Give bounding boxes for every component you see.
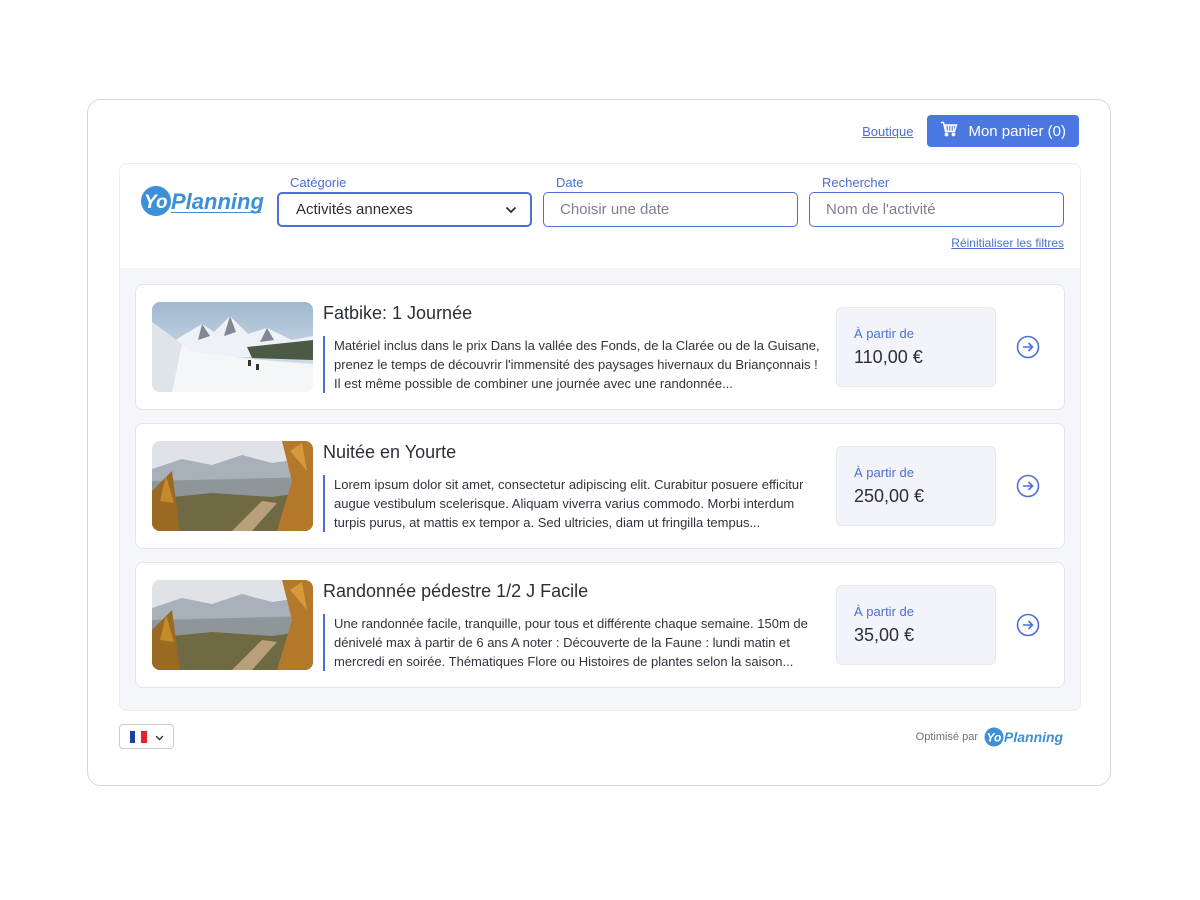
- price-box: À partir de 250,00 €: [836, 446, 996, 526]
- chevron-down-icon: [155, 728, 164, 746]
- chevron-down-icon: [505, 201, 517, 218]
- price-box: À partir de 110,00 €: [836, 307, 996, 387]
- cart-icon: [940, 121, 958, 141]
- svg-text:Planning: Planning: [1004, 729, 1063, 745]
- powered-by: Optimisé par Yo Planning: [915, 726, 1064, 748]
- svg-text:Planning: Planning: [171, 189, 264, 214]
- svg-text:Yo: Yo: [987, 731, 1002, 745]
- price-from-label: À partir de: [854, 465, 914, 480]
- activity-card[interactable]: Nuitée en Yourte Lorem ipsum dolor sit a…: [135, 423, 1065, 549]
- category-label: Catégorie: [290, 175, 347, 190]
- price-value: 250,00 €: [854, 486, 925, 506]
- activity-card[interactable]: Randonnée pédestre 1/2 J Facile Une rand…: [135, 562, 1065, 688]
- activity-title[interactable]: Fatbike: 1 Journée: [323, 303, 472, 324]
- arrow-right-circle-icon[interactable]: [1016, 474, 1040, 498]
- activity-title[interactable]: Nuitée en Yourte: [323, 442, 456, 463]
- date-placeholder: Choisir une date: [560, 201, 670, 218]
- filters-bar: Yo Planning Catégorie Activités annexes …: [120, 164, 1080, 268]
- cart-button[interactable]: Mon panier (0): [927, 115, 1079, 147]
- french-flag-icon: [129, 730, 147, 743]
- shop-link[interactable]: Boutique: [862, 124, 913, 139]
- search-placeholder: Nom de l'activité: [826, 201, 936, 218]
- activity-image-autumn-valley: [152, 580, 313, 670]
- activity-card[interactable]: Fatbike: 1 Journée Matériel inclus dans …: [135, 284, 1065, 410]
- yoplanning-small-logo[interactable]: Yo Planning: [984, 726, 1064, 748]
- category-field: Catégorie Activités annexes: [277, 174, 532, 227]
- language-select[interactable]: [119, 724, 174, 749]
- catalog-panel: Yo Planning Catégorie Activités annexes …: [119, 163, 1081, 711]
- activity-image-autumn-valley: [152, 441, 313, 531]
- booking-widget: Boutique Mon panier (0) Yo Planning Caté…: [87, 99, 1111, 786]
- activity-image-snowy-mountain: [152, 302, 313, 392]
- powered-by-label: Optimisé par: [915, 731, 978, 743]
- search-input[interactable]: Nom de l'activité: [809, 192, 1064, 227]
- price-from-label: À partir de: [854, 326, 914, 341]
- activity-title[interactable]: Randonnée pédestre 1/2 J Facile: [323, 581, 588, 602]
- arrow-right-circle-icon[interactable]: [1016, 613, 1040, 637]
- yoplanning-logo: Yo Planning: [140, 185, 264, 219]
- search-field: Rechercher Nom de l'activité: [809, 174, 1064, 227]
- activity-description: Une randonnée facile, tranquille, pour t…: [323, 614, 823, 671]
- cart-label: Mon panier (0): [968, 122, 1066, 140]
- price-box: À partir de 35,00 €: [836, 585, 996, 665]
- svg-text:Yo: Yo: [144, 192, 168, 213]
- price-value: 110,00 €: [854, 347, 923, 367]
- search-label: Rechercher: [822, 175, 890, 190]
- activity-description: Matériel inclus dans le prix Dans la val…: [323, 336, 823, 393]
- date-label: Date: [556, 175, 584, 190]
- price-value: 35,00 €: [854, 625, 915, 645]
- category-select[interactable]: Activités annexes: [277, 192, 532, 227]
- arrow-right-circle-icon[interactable]: [1016, 335, 1040, 359]
- top-bar: Boutique Mon panier (0): [862, 115, 1079, 147]
- price-from-label: À partir de: [854, 604, 914, 619]
- date-field: Date Choisir une date: [543, 174, 798, 227]
- activity-description: Lorem ipsum dolor sit amet, consectetur …: [323, 475, 823, 532]
- reset-filters-link[interactable]: Réinitialiser les filtres: [951, 236, 1064, 250]
- date-input[interactable]: Choisir une date: [543, 192, 798, 227]
- category-value: Activités annexes: [296, 201, 413, 218]
